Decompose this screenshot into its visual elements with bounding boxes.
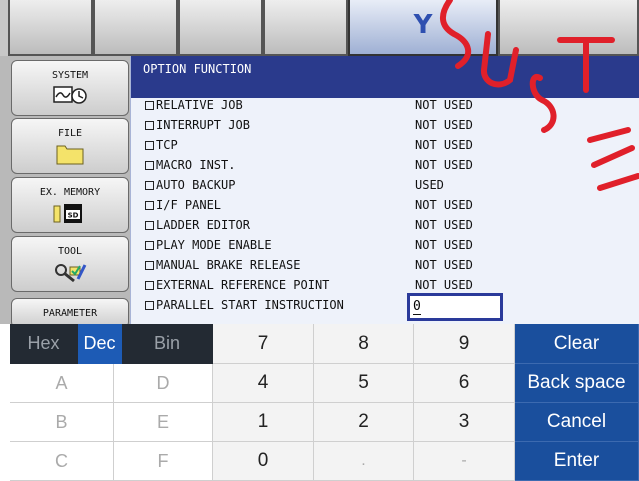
checkbox-icon [145,101,154,110]
key-6[interactable]: 6 [414,364,515,403]
key-c[interactable]: C [10,442,114,481]
option-value: NOT USED [415,138,473,152]
key-7[interactable]: 7 [213,324,314,364]
menu-ex-memory-label: EX. MEMORY [39,187,101,198]
option-name: INTERRUPT JOB [156,118,250,132]
key-d[interactable]: D [114,364,213,403]
menu-system-label: SYSTEM [51,70,89,81]
top-tab-y[interactable]: Y [348,0,498,56]
hex-mode-button[interactable]: Hex [10,324,78,364]
checkbox-icon [145,261,154,270]
numeric-keypad: Hex Dec Bin 7 8 9 Clear A D 4 5 6 Back s… [10,324,639,481]
key-f[interactable]: F [114,442,213,481]
menu-system-button[interactable]: SYSTEM [11,60,129,116]
menu-tool-label: TOOL [57,246,83,257]
menu-file-button[interactable]: FILE [11,118,129,174]
option-name: MACRO INST. [156,158,236,172]
cancel-button[interactable]: Cancel [515,403,639,442]
checkbox-icon [145,161,154,170]
option-row[interactable]: AUTO BACKUP USED [145,178,495,198]
option-name: LADDER EDITOR [156,218,250,232]
option-row-selected[interactable]: PARALLEL START INSTRUCTION [145,298,405,318]
key-b[interactable]: B [10,403,114,442]
key-4[interactable]: 4 [213,364,314,403]
key-a[interactable]: A [10,364,114,403]
menu-tool-button[interactable]: TOOL [11,236,129,292]
option-name: PLAY MODE ENABLE [156,238,272,252]
key-2[interactable]: 2 [314,403,414,442]
system-icon [53,86,87,104]
checkbox-icon [145,141,154,150]
option-value: NOT USED [415,278,473,292]
option-name: RELATIVE JOB [156,98,243,112]
option-value: NOT USED [415,98,473,112]
top-tab-y-label: Y [413,10,433,40]
tool-icon [55,264,87,283]
option-value: NOT USED [415,198,473,212]
option-value: NOT USED [415,118,473,132]
menu-file-label: FILE [57,128,83,139]
sd-badge-text: SD [68,212,79,220]
option-row[interactable]: MANUAL BRAKE RELEASE NOT USED [145,258,495,278]
top-tab-4[interactable] [263,0,348,56]
option-row[interactable]: RELATIVE JOB NOT USED [145,98,495,118]
option-row[interactable]: TCP NOT USED [145,138,495,158]
checkbox-icon [145,201,154,210]
option-value: NOT USED [415,218,473,232]
value-input-field[interactable]: 0 [407,293,503,321]
option-name: I/F PANEL [156,198,222,212]
checkbox-icon [145,281,154,290]
checkbox-icon [145,181,154,190]
key-3[interactable]: 3 [414,403,515,442]
menu-parameter-label: PARAMETER [42,308,98,319]
option-name: MANUAL BRAKE RELEASE [156,258,301,272]
clear-button[interactable]: Clear [515,324,639,364]
key-1[interactable]: 1 [213,403,314,442]
option-row[interactable]: I/F PANEL NOT USED [145,198,495,218]
sd-card-icon: SD [53,204,82,223]
top-tab-2[interactable] [93,0,178,56]
key-0[interactable]: 0 [213,442,314,481]
folder-icon [56,145,84,165]
option-name: TCP [156,138,178,152]
option-row[interactable]: INTERRUPT JOB NOT USED [145,118,495,138]
key-9[interactable]: 9 [414,324,515,364]
checkbox-icon [145,301,154,310]
enter-button[interactable]: Enter [515,442,639,481]
top-tab-bar: Y [0,0,639,56]
checkbox-icon [145,121,154,130]
key-dot[interactable]: . [314,442,414,481]
option-row[interactable]: LADDER EDITOR NOT USED [145,218,495,238]
top-tab-1[interactable] [8,0,93,56]
option-name: EXTERNAL REFERENCE POINT [156,278,330,292]
backspace-button[interactable]: Back space [515,364,639,403]
dec-mode-button[interactable]: Dec [78,324,122,364]
option-value: NOT USED [415,238,473,252]
option-row[interactable]: MACRO INST. NOT USED [145,158,495,178]
checkbox-icon [145,241,154,250]
option-value: USED [415,178,444,192]
menu-ex-memory-button[interactable]: EX. MEMORY SD [11,177,129,233]
option-value: NOT USED [415,258,473,272]
checkbox-icon [145,221,154,230]
value-input-text: 0 [413,299,421,315]
top-tab-3[interactable] [178,0,263,56]
key-8[interactable]: 8 [314,324,414,364]
page-title: OPTION FUNCTION [143,62,252,76]
key-minus[interactable]: - [414,442,515,481]
key-5[interactable]: 5 [314,364,414,403]
option-value: NOT USED [415,158,473,172]
bin-mode-button[interactable]: Bin [122,324,213,364]
option-name: AUTO BACKUP [156,178,236,192]
key-e[interactable]: E [114,403,213,442]
top-tab-6[interactable] [498,0,639,56]
main-menu: SYSTEM FILE EX. MEMORY SD TOOL PARAMETER [0,56,130,328]
option-name: PARALLEL START INSTRUCTION [156,298,344,312]
option-row[interactable]: PLAY MODE ENABLE NOT USED [145,238,495,258]
